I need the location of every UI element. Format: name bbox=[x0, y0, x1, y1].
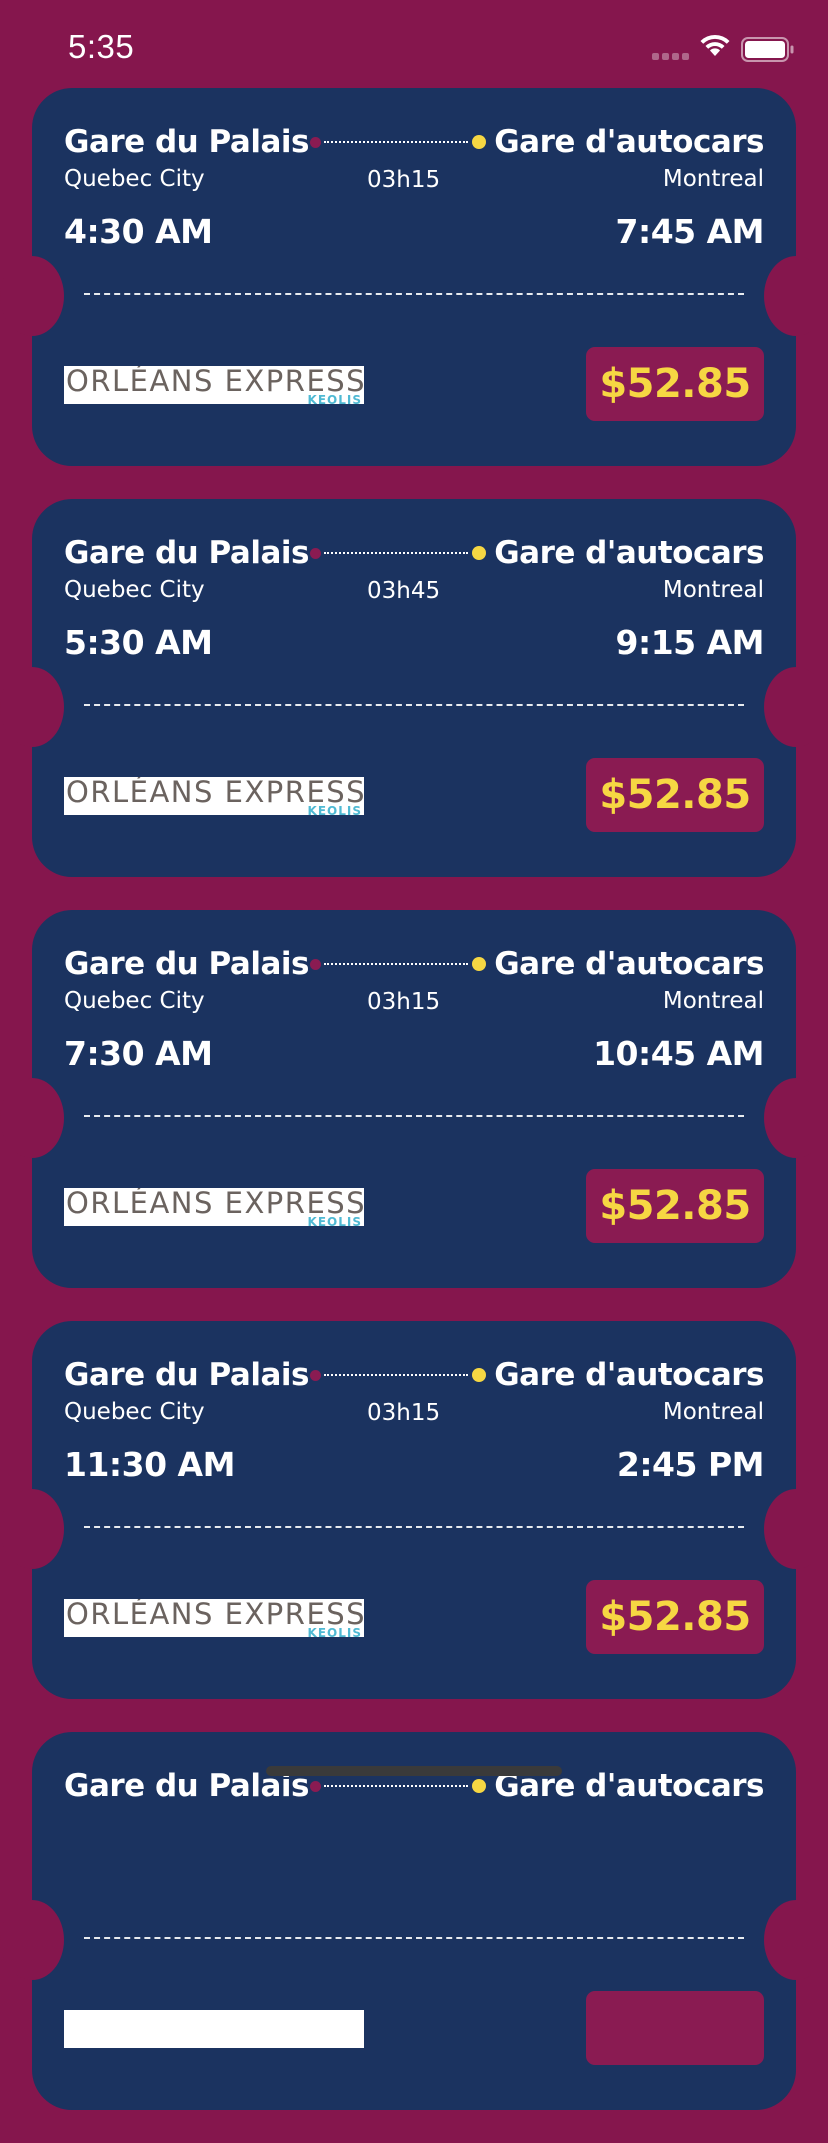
route-line-icon bbox=[310, 956, 486, 972]
ticket-divider bbox=[84, 293, 744, 295]
price-button[interactable]: $52.85 bbox=[586, 1580, 764, 1654]
ticket-divider bbox=[84, 1937, 744, 1939]
trip-card[interactable]: Gare du Palais Gare d'autocars Quebec Ci… bbox=[0, 88, 828, 466]
ticket-notch-right bbox=[764, 1078, 828, 1158]
operator-sub: keolis bbox=[307, 804, 362, 815]
origin-dot-icon bbox=[310, 959, 321, 970]
ticket-notch-left bbox=[0, 256, 64, 336]
operator-logo: orléans express keolis bbox=[64, 777, 364, 815]
ticket-notch-right bbox=[764, 1900, 828, 1980]
home-indicator bbox=[266, 1766, 562, 1776]
price-button[interactable]: $52.85 bbox=[586, 1169, 764, 1243]
departure-station: Gare du Palais bbox=[64, 535, 309, 571]
ticket-notch-left bbox=[0, 1078, 64, 1158]
arrival-city: Montreal bbox=[662, 577, 764, 603]
departure-city: Quebec City bbox=[64, 1399, 205, 1425]
route-dotted-line bbox=[324, 963, 468, 965]
route-dotted-line bbox=[324, 552, 468, 554]
arrival-city: Montreal bbox=[662, 166, 764, 192]
price-button[interactable]: $52.85 bbox=[586, 347, 764, 421]
operator-logo: orléans express keolis bbox=[64, 1599, 364, 1637]
destination-dot-icon bbox=[472, 135, 486, 149]
departure-time: 7:30 AM bbox=[64, 1034, 213, 1073]
route-dotted-line bbox=[324, 141, 468, 143]
departure-time: 5:30 AM bbox=[64, 623, 213, 662]
arrival-station: Gare d'autocars bbox=[494, 946, 764, 982]
trip-card[interactable]: Gare du Palais Gare d'autocars Quebec Ci… bbox=[0, 910, 828, 1288]
operator-sub: keolis bbox=[307, 1626, 362, 1637]
ticket-notch-left bbox=[0, 1489, 64, 1569]
departure-station: Gare du Palais bbox=[64, 1357, 309, 1393]
ticket-divider bbox=[84, 1526, 744, 1528]
destination-dot-icon bbox=[472, 957, 486, 971]
arrival-time: 9:15 AM bbox=[615, 623, 765, 662]
trip-list: Gare du Palais Gare d'autocars Quebec Ci… bbox=[0, 88, 828, 2143]
departure-station: Gare du Palais bbox=[64, 946, 309, 982]
operator-sub: keolis bbox=[307, 1215, 362, 1226]
price-button[interactable]: $52.85 bbox=[586, 758, 764, 832]
origin-dot-icon bbox=[310, 1781, 321, 1792]
departure-city: Quebec City bbox=[64, 988, 205, 1014]
destination-dot-icon bbox=[472, 1368, 486, 1382]
trip-duration: 03h45 bbox=[367, 578, 441, 604]
arrival-time: 2:45 PM bbox=[616, 1445, 765, 1484]
route-line-icon bbox=[310, 1367, 486, 1383]
trip-duration: 03h15 bbox=[367, 989, 441, 1015]
trip-card[interactable]: Gare du Palais Gare d'autocars Quebec Ci… bbox=[0, 499, 828, 877]
ticket-notch-left bbox=[0, 667, 64, 747]
operator-sub: keolis bbox=[307, 393, 362, 404]
ticket-notch-right bbox=[764, 1489, 828, 1569]
arrival-station: Gare d'autocars bbox=[494, 124, 764, 160]
arrival-time: 7:45 AM bbox=[615, 212, 765, 251]
battery-icon bbox=[741, 37, 794, 62]
arrival-time: 10:45 AM bbox=[593, 1034, 764, 1073]
ticket-divider bbox=[84, 1115, 744, 1117]
operator-logo: orléans express keolis bbox=[64, 1188, 364, 1226]
price-button[interactable] bbox=[586, 1991, 764, 2065]
operator-logo: orléans express keolis bbox=[64, 366, 364, 404]
status-time: 5:35 bbox=[68, 28, 135, 65]
route-line-icon bbox=[310, 545, 486, 561]
ticket-notch-right bbox=[764, 256, 828, 336]
route-dotted-line bbox=[324, 1785, 468, 1787]
origin-dot-icon bbox=[310, 1370, 321, 1381]
wifi-icon bbox=[700, 34, 730, 56]
status-bar: 5:35 bbox=[0, 0, 828, 88]
departure-station: Gare du Palais bbox=[64, 124, 309, 160]
departure-city: Quebec City bbox=[64, 166, 205, 192]
arrival-city: Montreal bbox=[662, 988, 764, 1014]
operator-logo bbox=[64, 2010, 364, 2048]
trip-duration: 03h15 bbox=[367, 167, 441, 193]
departure-city: Quebec City bbox=[64, 577, 205, 603]
arrival-city: Montreal bbox=[662, 1399, 764, 1425]
departure-time: 11:30 AM bbox=[64, 1445, 235, 1484]
route-dotted-line bbox=[324, 1374, 468, 1376]
destination-dot-icon bbox=[472, 1779, 486, 1793]
route-line-icon bbox=[310, 134, 486, 150]
arrival-station: Gare d'autocars bbox=[494, 1357, 764, 1393]
ticket-notch-left bbox=[0, 1900, 64, 1980]
destination-dot-icon bbox=[472, 546, 486, 560]
arrival-station: Gare d'autocars bbox=[494, 535, 764, 571]
trip-card[interactable]: Gare du Palais Gare d'autocars Quebec Ci… bbox=[0, 1321, 828, 1699]
origin-dot-icon bbox=[310, 137, 321, 148]
cellular-signal-icon bbox=[652, 53, 689, 60]
departure-time: 4:30 AM bbox=[64, 212, 213, 251]
ticket-divider bbox=[84, 704, 744, 706]
trip-card[interactable]: Gare du Palais Gare d'autocars bbox=[0, 1732, 828, 2110]
origin-dot-icon bbox=[310, 548, 321, 559]
ticket-notch-right bbox=[764, 667, 828, 747]
trip-duration: 03h15 bbox=[367, 1400, 441, 1426]
